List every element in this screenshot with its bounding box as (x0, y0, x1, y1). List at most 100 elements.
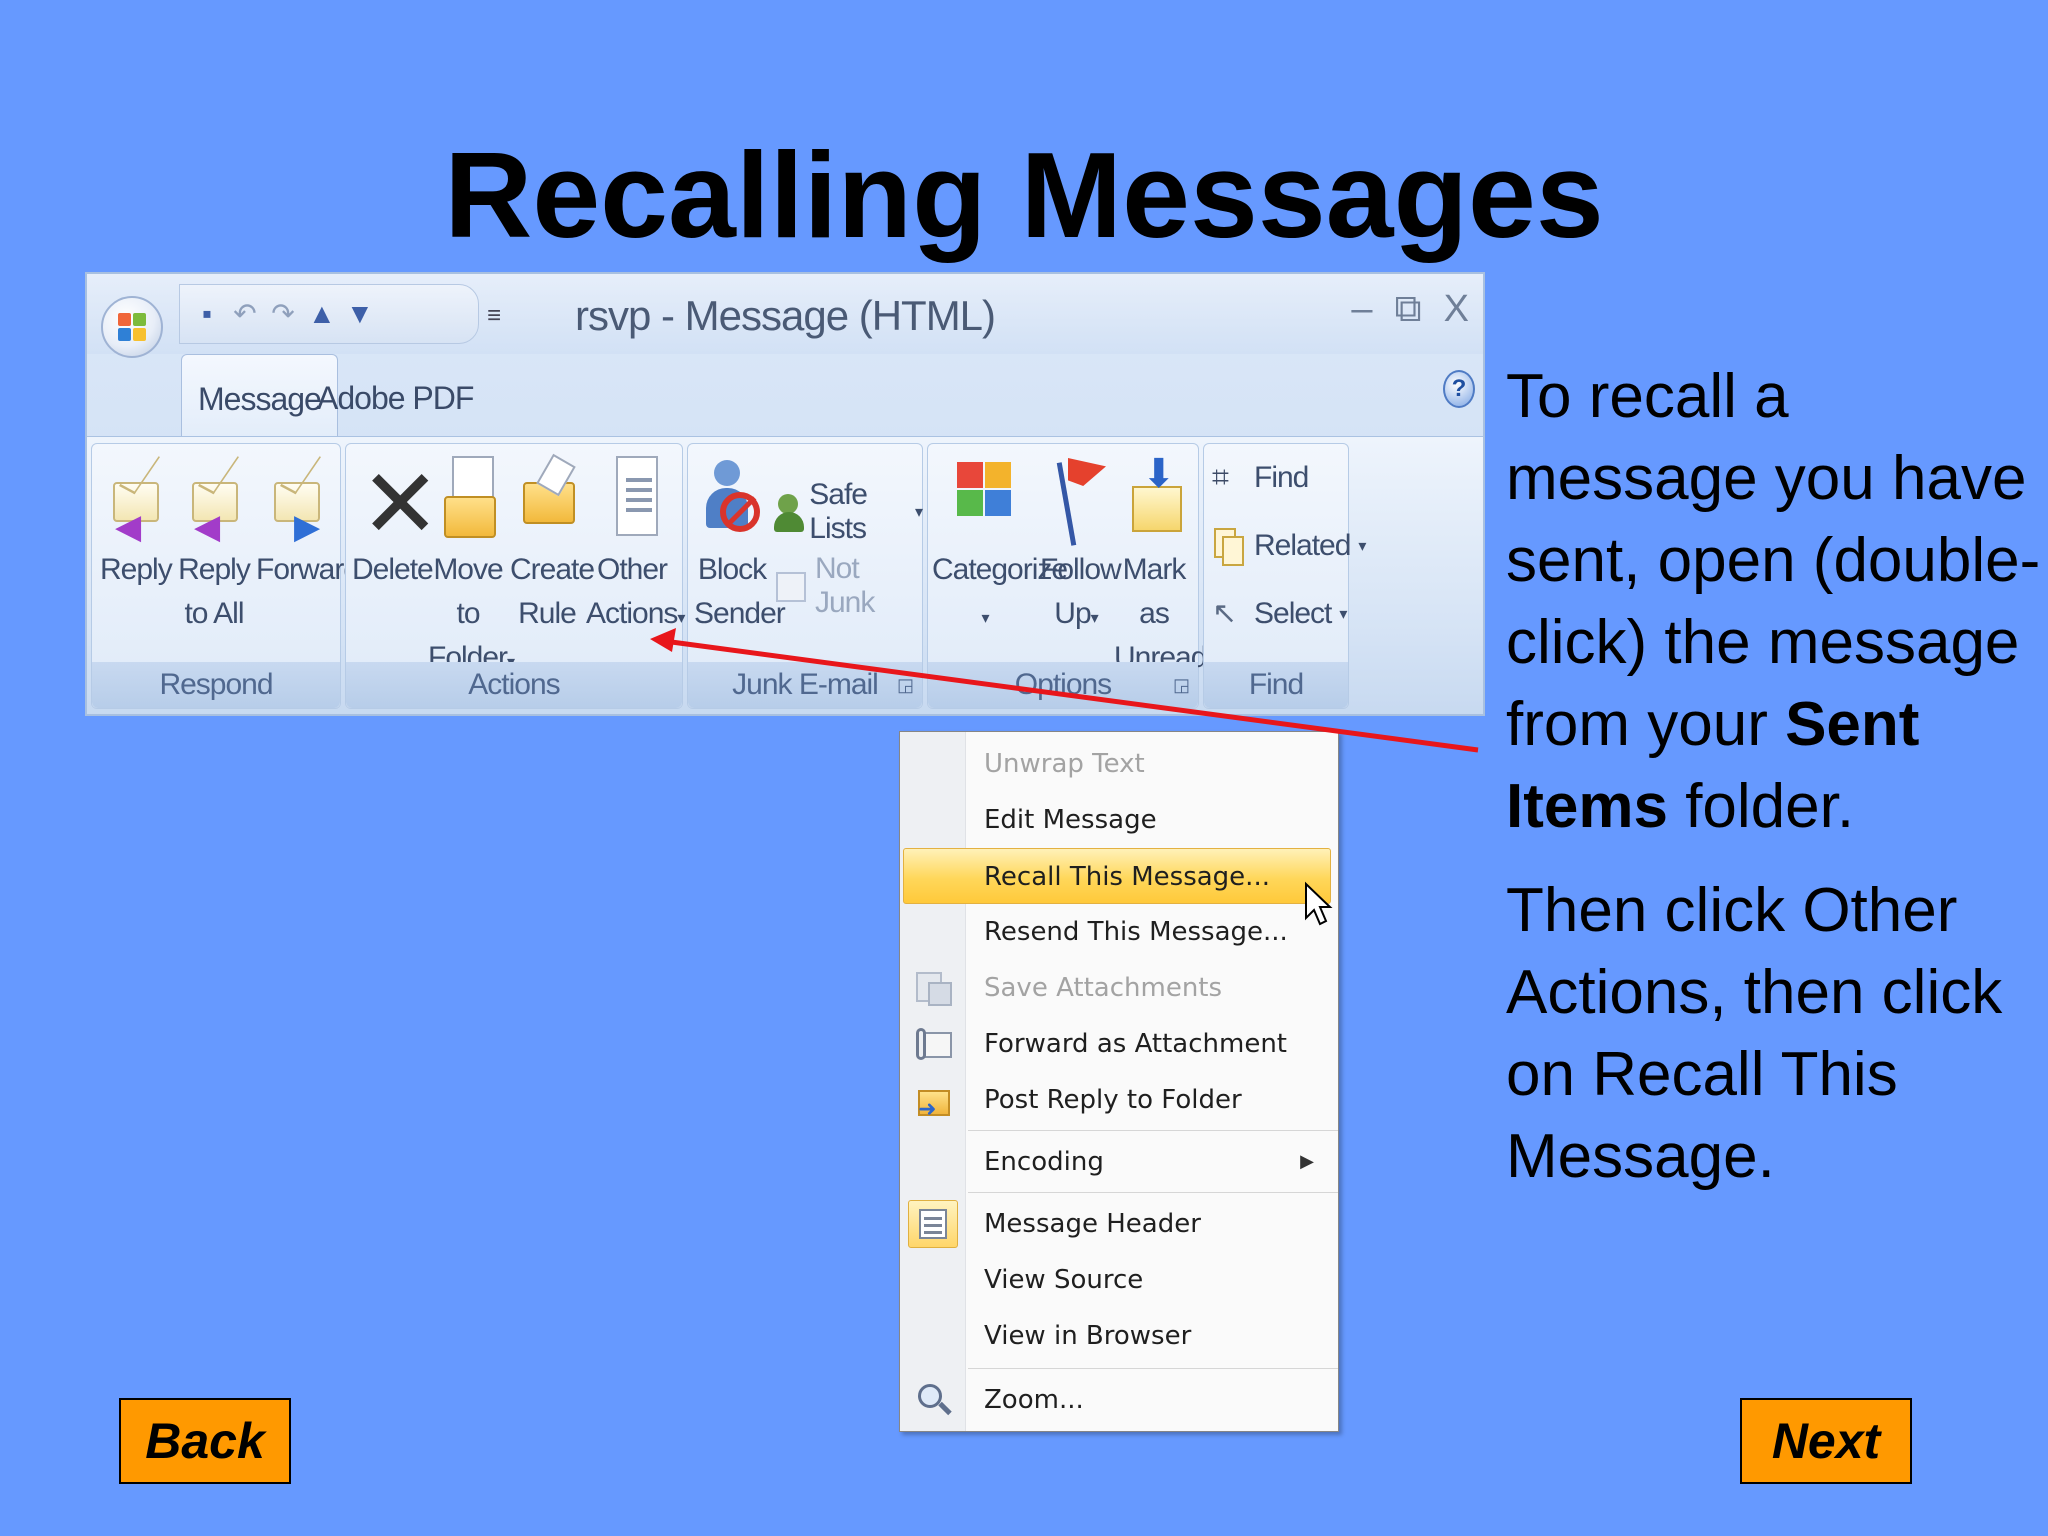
minimize-icon[interactable]: – (1351, 288, 1372, 331)
binoculars-icon: ⌗ (1212, 461, 1229, 494)
not-junk-label: Not Junk (814, 552, 875, 619)
menu-item-unwrap-text[interactable]: Unwrap Text (900, 736, 1338, 792)
find-button[interactable]: ⌗ Find (1212, 458, 1309, 498)
menu-item-view-in-browser[interactable]: View in Browser (900, 1308, 1338, 1364)
help-icon[interactable]: ? (1443, 370, 1475, 408)
menu-item-encoding[interactable]: Encoding ▶ (900, 1134, 1338, 1190)
dialog-launcher-icon[interactable]: ◲ (897, 675, 914, 696)
related-label: Related (1254, 529, 1351, 562)
title-bar: ▪ ↶ ↷ ▲ ▼ ≡ rsvp - Message (HTML) – ⧉ X (87, 274, 1483, 358)
block-label-1: Block (697, 553, 767, 586)
menu-item-label: Recall This Message... (984, 862, 1270, 892)
reply-all-label-2: to All (184, 597, 244, 630)
window-title: rsvp - Message (HTML) (574, 292, 996, 339)
menu-item-edit-message[interactable]: Edit Message (900, 792, 1338, 848)
block-label-2: Sender (694, 597, 786, 630)
message-header-icon (908, 1200, 958, 1248)
related-button[interactable]: Related ▾ (1212, 526, 1366, 566)
ribbon-body: ◀ Reply ◀ Reply to All ▶ Forward Respond… (87, 436, 1483, 714)
forward-button[interactable]: ▶ Forward (256, 452, 360, 592)
menu-item-label: Save Attachments (984, 973, 1223, 1003)
safe-lists-button[interactable]: Safe Lists ▾ (774, 478, 923, 546)
post-reply-icon: ➜ (914, 1082, 952, 1122)
menu-separator (968, 1130, 1338, 1131)
block-sender-button[interactable]: Block Sender (694, 452, 786, 636)
safe-lists-label: Safe Lists (809, 478, 868, 545)
close-icon[interactable]: X (1444, 288, 1469, 331)
menu-item-label: Forward as Attachment (984, 1029, 1287, 1059)
follow-label-2: Up (1054, 597, 1091, 630)
instruction-paragraph-1: To recall a message you have sent, open … (1506, 356, 2046, 848)
other-actions-button[interactable]: Other Actions▾ (586, 452, 685, 641)
message-window-ribbon: ▪ ↶ ↷ ▲ ▼ ≡ rsvp - Message (HTML) – ⧉ X … (85, 272, 1485, 716)
menu-item-post-reply-to-folder[interactable]: ➜ Post Reply to Folder (900, 1072, 1338, 1128)
ribbon-tabs: Message Adobe PDF (87, 354, 1483, 436)
reply-all-label-1: Reply (178, 553, 251, 586)
dropdown-icon: ▾ (1090, 610, 1099, 627)
menu-item-view-source[interactable]: View Source (900, 1252, 1338, 1308)
forward-label: Forward (256, 553, 360, 586)
save-attachments-icon (914, 970, 952, 1008)
reply-label: Reply (100, 553, 173, 586)
instruction-text: To recall a message you have sent, open … (1506, 362, 2041, 759)
create-label-1: Create (510, 553, 595, 586)
instruction-paragraph-2: Then click Other Actions, then click on … (1506, 876, 2003, 1191)
other-label-1: Other (596, 553, 668, 586)
next-button[interactable]: Next (1740, 1398, 1912, 1484)
block-sender-icon (702, 452, 762, 544)
categorize-icon (955, 452, 1015, 544)
categorize-button[interactable]: Categorize ▾ (932, 452, 1068, 641)
flag-icon (1046, 452, 1106, 546)
menu-separator (968, 1192, 1338, 1193)
group-label-actions: Actions (346, 662, 682, 708)
back-button[interactable]: Back (119, 1398, 291, 1484)
instruction-text: folder. (1667, 772, 1855, 841)
reply-all-icon: ◀ (184, 452, 244, 544)
reply-all-button[interactable]: ◀ Reply to All (176, 452, 252, 636)
create-label-2: Rule (518, 597, 577, 630)
not-junk-icon (774, 566, 807, 606)
reply-button[interactable]: ◀ Reply (100, 452, 173, 592)
menu-item-recall-this-message[interactable]: Recall This Message... (903, 848, 1331, 904)
other-actions-menu: Unwrap Text Edit Message Recall This Mes… (899, 731, 1339, 1432)
related-icon (1212, 526, 1246, 566)
follow-up-button[interactable]: Follow Up▾ (1040, 452, 1122, 641)
menu-item-label: Message Header (984, 1209, 1201, 1239)
paperclip-envelope-icon (914, 1026, 952, 1064)
group-label-junk: Junk E-mail (688, 662, 922, 708)
follow-label-1: Follow (1040, 553, 1122, 586)
menu-item-forward-as-attachment[interactable]: Forward as Attachment (900, 1016, 1338, 1072)
dialog-launcher-icon[interactable]: ◲ (1173, 675, 1190, 696)
select-button[interactable]: ↖ Select ▾ (1212, 594, 1347, 634)
menu-item-zoom[interactable]: Zoom... (900, 1372, 1338, 1428)
menu-item-resend-this-message[interactable]: Resend This Message... (900, 904, 1338, 960)
group-label-options: Options (928, 662, 1198, 708)
dropdown-icon: ▾ (677, 610, 685, 627)
move-to-folder-icon (438, 452, 498, 544)
mark-label-1: Mark as (1122, 553, 1187, 630)
menu-item-label: Post Reply to Folder (984, 1085, 1242, 1115)
group-junk-email: Block Sender Safe Lists ▾ Not Junk Junk E… (687, 443, 923, 709)
menu-separator (968, 1368, 1338, 1369)
mark-as-unread-button[interactable]: ⬇ Mark as Unread (1114, 452, 1207, 680)
menu-item-message-header[interactable]: Message Header (900, 1196, 1338, 1252)
dropdown-icon: ▾ (981, 610, 989, 627)
menu-item-save-attachments[interactable]: Save Attachments (900, 960, 1338, 1016)
create-rule-icon (517, 452, 577, 544)
select-label: Select (1254, 597, 1332, 630)
create-rule-button[interactable]: Create Rule (510, 452, 595, 636)
delete-button[interactable]: ✕ Delete (352, 452, 440, 592)
slide-title: Recalling Messages (444, 127, 1604, 263)
tab-adobe-pdf[interactable]: Adobe PDF (301, 354, 489, 436)
group-actions: ✕ Delete Move to Folder▾ Create Rule Oth… (345, 443, 685, 709)
menu-item-label: Edit Message (984, 805, 1157, 835)
not-junk-button[interactable]: Not Junk (774, 552, 922, 620)
menu-item-label: View Source (984, 1265, 1144, 1295)
restore-icon[interactable]: ⧉ (1395, 288, 1422, 331)
find-label: Find (1254, 461, 1309, 494)
instructions-text: To recall a message you have sent, open … (1506, 356, 2046, 1220)
move-to-folder-button[interactable]: Move to Folder▾ (428, 452, 515, 685)
menu-item-label: Zoom... (984, 1385, 1084, 1415)
safe-lists-icon (774, 492, 804, 532)
menu-item-label: View in Browser (984, 1321, 1192, 1351)
